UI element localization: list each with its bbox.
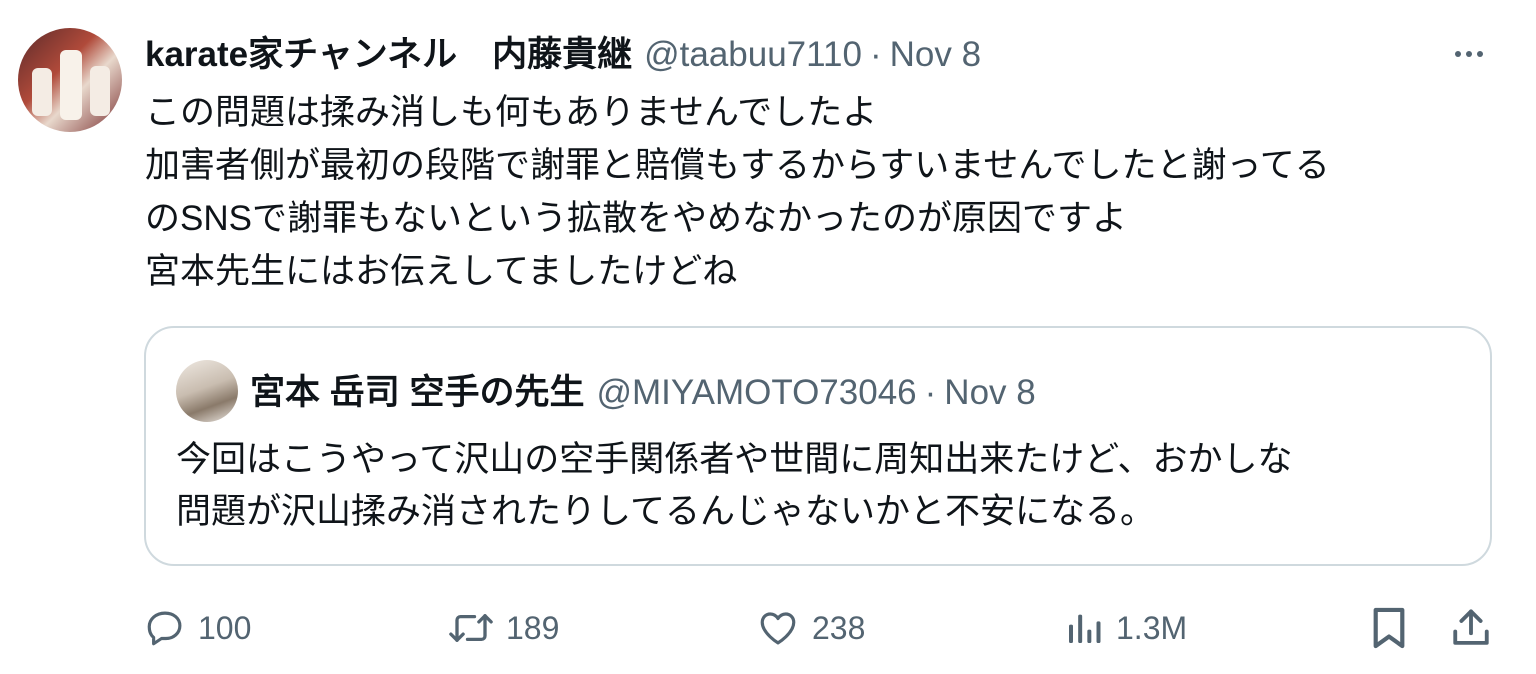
tweet-timestamp[interactable]: Nov 8: [890, 30, 981, 80]
share-button[interactable]: [1450, 600, 1492, 656]
reply-count: 100: [198, 609, 252, 646]
separator-dot: ·: [869, 35, 882, 74]
quoted-author-display-name: 宮本 岳司 空手の先生: [250, 373, 585, 412]
reply-button[interactable]: 100: [144, 600, 251, 656]
quoted-author-handle: @MIYAMOTO73046: [596, 373, 917, 412]
more-dot: [1455, 51, 1461, 57]
tweet-text-line: のSNSで謝罪もないという拡散をやめなかったのが原因ですよ: [145, 199, 1127, 238]
more-dot: [1466, 51, 1472, 57]
quoted-text-line: 問題が沢山揉み消されたりしてるんじゃないかと不安になる。: [176, 492, 1155, 531]
author-handle[interactable]: @taabuu7110: [644, 30, 862, 80]
views-count: 1.3M: [1116, 609, 1188, 646]
reply-icon: [147, 611, 182, 646]
quoted-author-avatar: [176, 360, 238, 422]
repost-icon: [449, 614, 493, 642]
quoted-tweet-card[interactable]: 宮本 岳司 空手の先生 @MIYAMOTO73046 · Nov 8 今回はこう…: [144, 326, 1492, 566]
quoted-text-line: 今回はこうやって沢山の空手関係者や世間に周知出来たけど、おかしな: [176, 440, 1293, 479]
quoted-tweet-text: 今回はこうやって沢山の空手関係者や世間に周知出来たけど、おかしな 問題が沢山揉み…: [176, 434, 1476, 538]
separator-dot: ·: [924, 373, 937, 412]
tweet-action-bar: 100 189 238 1.3M: [0, 600, 1536, 660]
author-display-name[interactable]: karate家チャンネル 内藤貴継: [145, 30, 632, 80]
like-count: 238: [812, 609, 866, 646]
views-chart-icon: [1069, 614, 1101, 643]
tweet-text: この問題は揉み消しも何もありませんでしたよ 加害者側が最初の段階で謝罪と賠償もす…: [145, 86, 1505, 298]
bookmark-button[interactable]: [1370, 600, 1408, 656]
tweet-header: karate家チャンネル 内藤貴継 @taabuu7110 · Nov 8: [145, 30, 981, 80]
author-avatar[interactable]: [18, 28, 122, 132]
repost-button[interactable]: 189: [448, 600, 559, 656]
like-button[interactable]: 238: [756, 600, 865, 656]
more-icon[interactable]: [1446, 36, 1492, 72]
bookmark-icon: [1373, 607, 1405, 649]
heart-icon: [760, 612, 796, 645]
tweet-text-line: この問題は揉み消しも何もありませんでしたよ: [145, 93, 878, 132]
share-icon: [1453, 609, 1489, 645]
quoted-tweet-timestamp: Nov 8: [944, 373, 1036, 412]
quoted-tweet-header: 宮本 岳司 空手の先生 @MIYAMOTO73046 · Nov 8: [250, 368, 1036, 418]
repost-count: 189: [506, 609, 560, 646]
tweet-text-line: 加害者側が最初の段階で謝罪と賠償もするからすいませんでしたと謝ってる: [145, 146, 1330, 185]
more-dot: [1477, 51, 1483, 57]
views-button[interactable]: 1.3M: [1064, 600, 1187, 656]
tweet-text-line: 宮本先生にはお伝えしてましたけどね: [145, 252, 738, 291]
